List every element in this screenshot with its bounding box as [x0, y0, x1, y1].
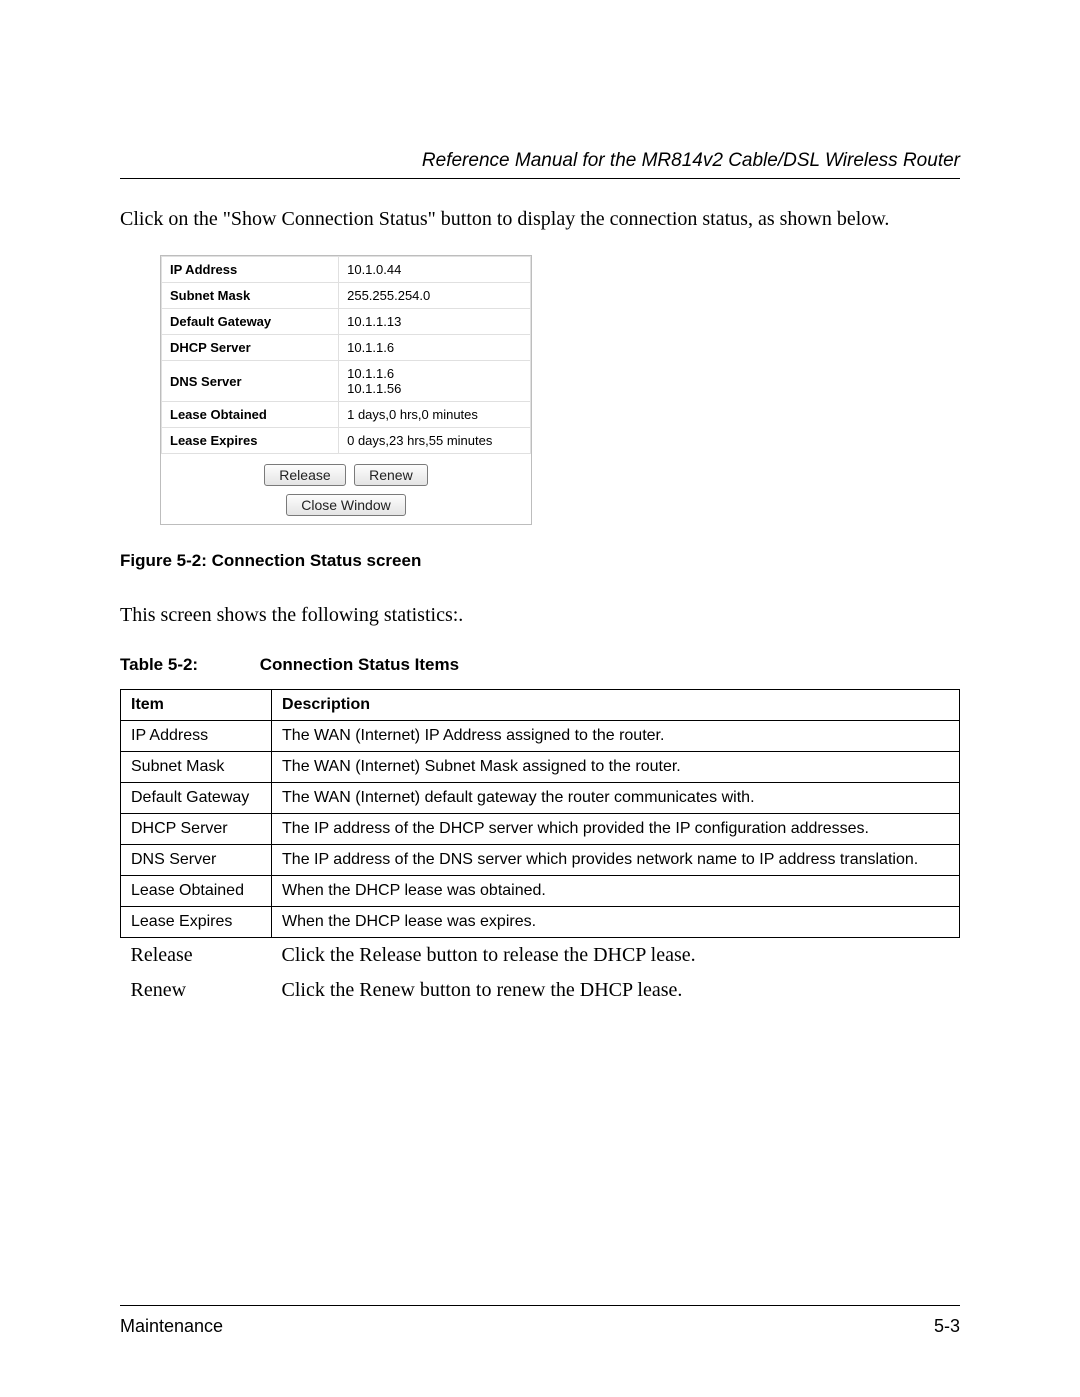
status-row: Lease Obtained1 days,0 hrs,0 minutes [162, 402, 531, 428]
table-row: Lease ExpiresWhen the DHCP lease was exp… [121, 907, 960, 938]
table-caption-label: Table 5-2: [120, 655, 255, 675]
connection-status-items-table: Item Description IP AddressThe WAN (Inte… [120, 689, 960, 1008]
document-header: Reference Manual for the MR814v2 Cable/D… [120, 150, 960, 172]
item-cell: Release [121, 938, 272, 974]
status-label: IP Address [162, 257, 339, 283]
item-cell: Lease Obtained [121, 876, 272, 907]
item-cell: Lease Expires [121, 907, 272, 938]
panel-button-row-1: Release Renew [161, 454, 531, 494]
status-label: Default Gateway [162, 309, 339, 335]
description-cell: The WAN (Internet) IP Address assigned t… [272, 721, 960, 752]
table-row: ReleaseClick the Release button to relea… [121, 938, 960, 974]
status-value: 10.1.0.44 [339, 257, 531, 283]
status-label: DNS Server [162, 361, 339, 402]
status-row: DHCP Server10.1.1.6 [162, 335, 531, 361]
status-value: 10.1.1.6 10.1.1.56 [339, 361, 531, 402]
table-row: DHCP ServerThe IP address of the DHCP se… [121, 814, 960, 845]
mid-paragraph: This screen shows the following statisti… [120, 601, 960, 629]
table-row: Default GatewayThe WAN (Internet) defaul… [121, 783, 960, 814]
status-row: IP Address10.1.0.44 [162, 257, 531, 283]
table-caption-title: Connection Status Items [260, 655, 459, 674]
description-cell: The IP address of the DHCP server which … [272, 814, 960, 845]
release-button[interactable]: Release [264, 464, 345, 486]
table-row: Lease ObtainedWhen the DHCP lease was ob… [121, 876, 960, 907]
item-cell: Subnet Mask [121, 752, 272, 783]
description-cell: The IP address of the DNS server which p… [272, 845, 960, 876]
item-cell: Default Gateway [121, 783, 272, 814]
table-caption: Table 5-2: Connection Status Items [120, 655, 960, 675]
description-cell: The WAN (Internet) Subnet Mask assigned … [272, 752, 960, 783]
panel-button-row-2: Close Window [161, 494, 531, 524]
status-value: 10.1.1.13 [339, 309, 531, 335]
figure-caption: Figure 5-2: Connection Status screen [120, 551, 960, 571]
table-row: DNS ServerThe IP address of the DNS serv… [121, 845, 960, 876]
status-label: DHCP Server [162, 335, 339, 361]
status-label: Lease Obtained [162, 402, 339, 428]
renew-button[interactable]: Renew [354, 464, 428, 486]
status-label: Lease Expires [162, 428, 339, 454]
status-row: Lease Expires0 days,23 hrs,55 minutes [162, 428, 531, 454]
table-header-description: Description [272, 690, 960, 721]
status-value: 255.255.254.0 [339, 283, 531, 309]
item-cell: DHCP Server [121, 814, 272, 845]
connection-status-panel: IP Address10.1.0.44Subnet Mask255.255.25… [160, 255, 532, 525]
status-row: Subnet Mask255.255.254.0 [162, 283, 531, 309]
description-cell: Click the Release button to release the … [272, 938, 960, 974]
header-rule [120, 178, 960, 179]
status-value: 1 days,0 hrs,0 minutes [339, 402, 531, 428]
status-row: DNS Server10.1.1.6 10.1.1.56 [162, 361, 531, 402]
description-cell: When the DHCP lease was expires. [272, 907, 960, 938]
table-row: RenewClick the Renew button to renew the… [121, 973, 960, 1008]
status-label: Subnet Mask [162, 283, 339, 309]
intro-paragraph: Click on the "Show Connection Status" bu… [120, 205, 960, 233]
item-cell: Renew [121, 973, 272, 1008]
footer-section: Maintenance [120, 1316, 223, 1337]
status-value: 10.1.1.6 [339, 335, 531, 361]
footer-page-number: 5-3 [934, 1316, 960, 1337]
item-cell: IP Address [121, 721, 272, 752]
page-footer: Maintenance 5-3 [120, 1305, 960, 1337]
footer-rule [120, 1305, 960, 1306]
connection-status-table: IP Address10.1.0.44Subnet Mask255.255.25… [161, 256, 531, 454]
description-cell: The WAN (Internet) default gateway the r… [272, 783, 960, 814]
item-cell: DNS Server [121, 845, 272, 876]
description-cell: When the DHCP lease was obtained. [272, 876, 960, 907]
table-header-item: Item [121, 690, 272, 721]
table-row: Subnet MaskThe WAN (Internet) Subnet Mas… [121, 752, 960, 783]
description-cell: Click the Renew button to renew the DHCP… [272, 973, 960, 1008]
status-row: Default Gateway10.1.1.13 [162, 309, 531, 335]
status-value: 0 days,23 hrs,55 minutes [339, 428, 531, 454]
table-row: IP AddressThe WAN (Internet) IP Address … [121, 721, 960, 752]
close-window-button[interactable]: Close Window [286, 494, 405, 516]
